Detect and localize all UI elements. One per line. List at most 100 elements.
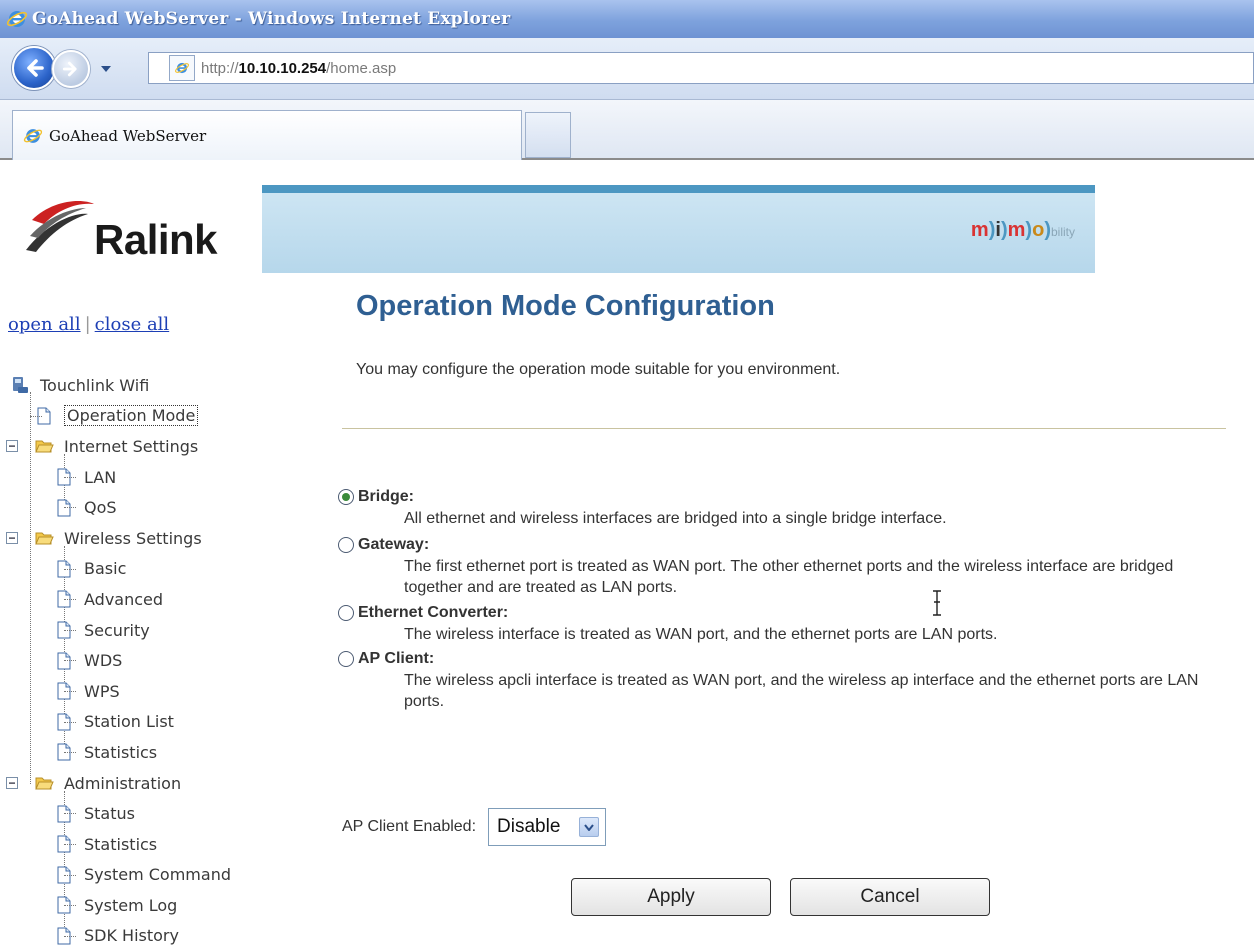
tree-branch [64,813,76,815]
new-tab-button[interactable] [525,112,571,158]
ralink-logo: Ralink [22,190,252,270]
link-separator: | [84,314,91,335]
sidebar-item-lan[interactable]: LAN [10,462,300,493]
sidebar-item-station-list[interactable]: Station List [10,707,300,738]
apply-button[interactable]: Apply [571,878,771,916]
tree-branch [64,568,76,570]
folder-open-icon [35,440,54,453]
ap-client-enabled-select[interactable]: Disable [488,808,607,846]
tree-branch [64,507,76,509]
gateway-radio[interactable] [338,537,354,553]
tree-root-touchlink[interactable]: Touchlink Wifi [10,370,300,401]
tree-branch [30,415,42,417]
tagline-rest: bility [1050,225,1075,239]
tagline-m: m [970,219,989,241]
sidebar-item-wds[interactable]: WDS [10,645,300,676]
ralink-swoosh-icon [26,201,94,252]
collapse-minus-icon[interactable] [6,532,18,545]
sidebar-item-label: WPS [84,681,120,701]
section-divider [342,428,1226,429]
open-all-link[interactable]: open all [8,314,81,335]
ap-client-enabled-label: AP Client Enabled: [342,818,477,835]
sidebar-item-label: SDK History [84,926,179,945]
page-title: Operation Mode Configuration [356,290,775,322]
mode-name: Gateway: [358,536,430,553]
mode-description: The wireless interface is treated as WAN… [404,626,998,643]
radio-checked-dot [342,493,350,501]
url-host: 10.10.10.254 [238,59,327,77]
tree-branch [64,905,76,907]
arrow-right-icon [62,61,77,77]
sidebar-folder-wireless-settings[interactable]: Wireless Settings [6,523,300,554]
tree-branch [64,935,76,937]
mode-option-ap-client: AP Client: The wireless apcli interface … [338,648,1238,716]
header-banner: m)i)m)o)bility [262,185,1095,273]
sidebar-item-label: Wireless Settings [64,528,202,548]
sidebar-item-label: Status [84,804,135,824]
sidebar-item-sdk-history[interactable]: SDK History [10,921,300,945]
cancel-button[interactable]: Cancel [790,878,990,916]
sidebar-item-wps[interactable]: WPS [10,676,300,707]
address-toolbar: http://10.10.10.254/home.asp [0,38,1254,100]
address-input[interactable]: http://10.10.10.254/home.asp [148,52,1254,84]
sidebar-item-system-log[interactable]: System Log [10,890,300,921]
dropdown-arrow-icon[interactable] [579,817,600,837]
sidebar-item-operation-mode[interactable]: Operation Mode [10,401,300,432]
sidebar-folder-administration[interactable]: Administration [6,768,300,799]
sidebar-item-advanced[interactable]: Advanced [10,584,300,615]
navigation-tree: Touchlink Wifi Operation Mode Internet S… [6,370,300,945]
tagline-o: o [1032,219,1045,241]
collapse-minus-icon[interactable] [6,777,18,790]
sidebar-item-admin-statistics[interactable]: Statistics [10,829,300,860]
collapse-minus-icon[interactable] [6,440,18,453]
sidebar-item-wireless-statistics[interactable]: Statistics [10,737,300,768]
recent-pages-dropdown[interactable] [100,63,112,75]
sidebar-item-basic[interactable]: Basic [10,554,300,585]
page-intro: You may configure the operation mode sui… [356,361,841,378]
back-button[interactable] [12,46,56,90]
url-path: /home.asp [326,59,397,77]
ethernet-converter-radio[interactable] [338,605,354,621]
sidebar-item-label: Basic [84,559,127,579]
tree-branch [64,874,76,876]
url-scheme: http:// [201,59,239,77]
tab-goahead-webserver[interactable]: GoAhead WebServer [12,110,522,160]
ap-client-radio[interactable] [338,651,354,667]
sidebar-item-system-command[interactable]: System Command [10,860,300,891]
tab-strip: GoAhead WebServer [0,100,1254,160]
mode-description: The wireless apcli interface is treated … [404,672,1199,710]
sidebar-item-label: Internet Settings [64,436,199,456]
window-titlebar: GoAhead WebServer - Windows Internet Exp… [0,0,1254,38]
logo-text: Ralink [94,216,218,263]
sidebar-item-qos[interactable]: QoS [10,492,300,523]
sidebar-item-label: Security [84,620,150,640]
mode-name: Ethernet Converter: [358,604,509,621]
tree-toggle-links: open all | close all [8,314,169,335]
close-all-link[interactable]: close all [95,314,170,335]
tab-label: GoAhead WebServer [49,126,207,145]
chevron-down-icon [101,66,111,72]
network-root-icon [13,377,28,394]
arrow-left-icon [27,59,44,77]
sidebar-item-label: Administration [64,773,182,793]
mode-description: The first ethernet port is treated as WA… [404,558,1174,596]
page-ie-icon [169,55,195,81]
window-title: GoAhead WebServer - Windows Internet Exp… [32,9,511,29]
bridge-radio[interactable] [338,489,354,505]
sidebar-item-label: Station List [84,712,174,732]
forward-button[interactable] [52,50,90,88]
tree-branch [64,599,76,601]
sidebar-item-label: Statistics [84,742,158,762]
folder-open-icon [35,777,54,790]
sidebar-item-status[interactable]: Status [10,798,300,829]
sidebar-folder-internet-settings[interactable]: Internet Settings [6,431,300,462]
mode-description: All ethernet and wireless interfaces are… [404,510,947,527]
folder-open-icon [35,532,54,545]
mode-name: AP Client: [358,650,435,667]
tree-branch [64,843,76,845]
sidebar-item-security[interactable]: Security [10,615,300,646]
sidebar-item-label: System Command [84,865,231,885]
